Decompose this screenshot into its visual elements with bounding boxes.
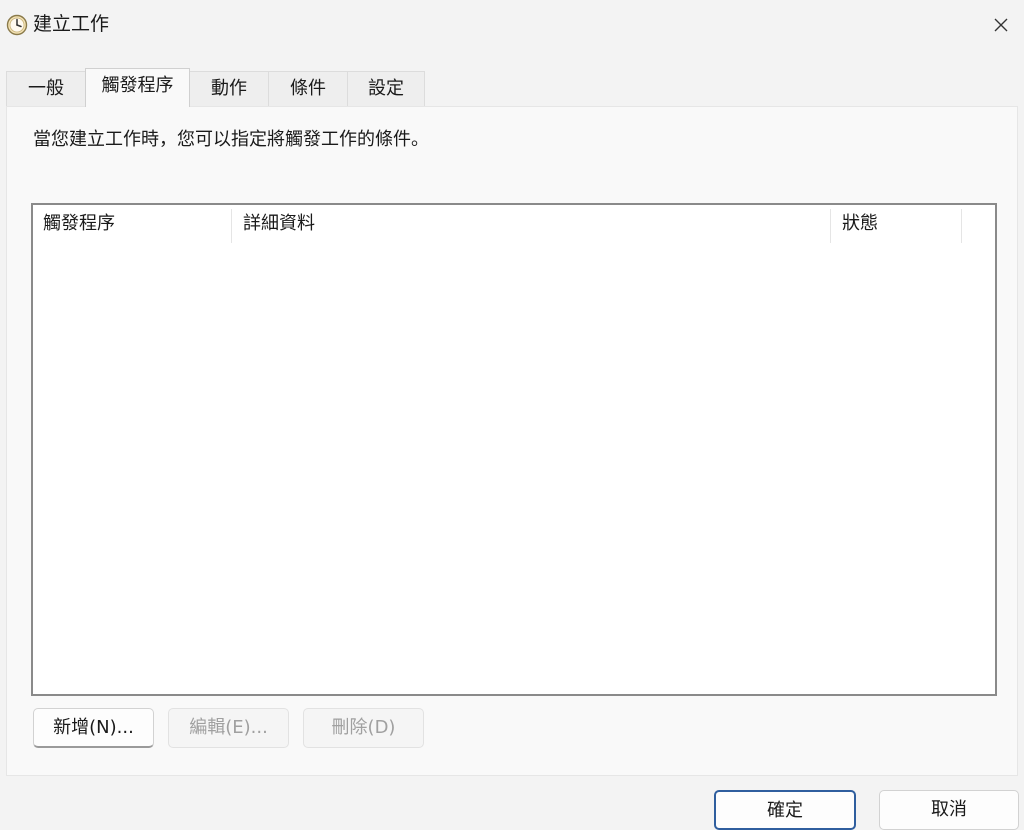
tab-general[interactable]: 一般 xyxy=(6,71,86,106)
column-header-status[interactable]: 狀態 xyxy=(832,205,962,243)
window-title: 建立工作 xyxy=(33,13,110,35)
delete-trigger-button[interactable]: 刪除(D) xyxy=(303,708,424,748)
triggers-panel: 當您建立工作時，您可以指定將觸發工作的條件。 觸發程序 詳細資料 狀態 新增(N… xyxy=(6,106,1018,776)
column-divider[interactable] xyxy=(830,209,831,243)
tab-settings[interactable]: 設定 xyxy=(347,71,425,106)
edit-trigger-button[interactable]: 編輯(E)... xyxy=(168,708,289,748)
tab-strip: 一般 觸發程序 動作 條件 設定 xyxy=(6,68,426,107)
column-header-trigger[interactable]: 觸發程序 xyxy=(33,205,233,243)
column-header-details[interactable]: 詳細資料 xyxy=(233,205,831,243)
triggers-description: 當您建立工作時，您可以指定將觸發工作的條件。 xyxy=(33,129,429,150)
close-icon xyxy=(994,18,1008,32)
new-trigger-button[interactable]: 新增(N)... xyxy=(33,708,154,748)
triggers-list[interactable]: 觸發程序 詳細資料 狀態 xyxy=(31,203,997,696)
cancel-button[interactable]: 取消 xyxy=(879,790,1019,830)
tab-triggers[interactable]: 觸發程序 xyxy=(85,68,190,107)
clock-icon xyxy=(6,14,28,36)
column-divider[interactable] xyxy=(231,209,232,243)
tab-conditions[interactable]: 條件 xyxy=(268,71,348,106)
column-divider[interactable] xyxy=(961,209,962,243)
close-button[interactable] xyxy=(978,0,1024,50)
ok-button[interactable]: 確定 xyxy=(714,790,856,830)
tab-actions[interactable]: 動作 xyxy=(189,71,269,106)
title-bar: 建立工作 xyxy=(0,0,1024,52)
